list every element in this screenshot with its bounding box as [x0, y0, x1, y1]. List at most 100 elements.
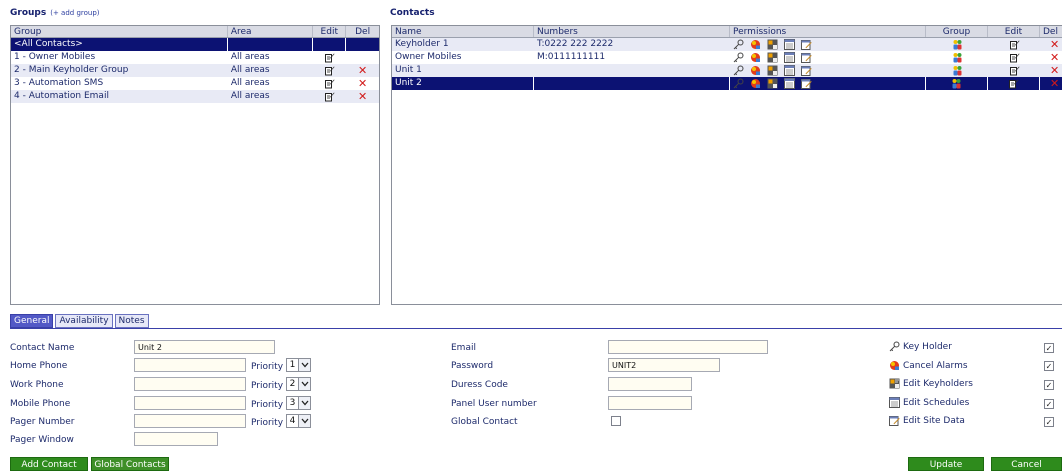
cancel-button[interactable]: Cancel	[991, 457, 1062, 471]
edit-keyholders-icon	[767, 39, 778, 50]
mobile-priority-select[interactable]: 3	[286, 396, 311, 410]
col-permissions: Permissions	[730, 26, 926, 37]
global-contact-label: Global Contact	[451, 417, 518, 427]
delete-icon[interactable]: ✕	[1050, 78, 1059, 89]
priority-label: Priority	[251, 362, 284, 372]
pager-window-field[interactable]	[134, 432, 218, 446]
contact-name: Owner Mobiles	[395, 52, 462, 62]
edit-icon[interactable]	[324, 91, 335, 102]
group-icon[interactable]	[951, 78, 962, 89]
update-button[interactable]: Update	[908, 457, 984, 471]
edit-schedules-icon	[784, 65, 795, 76]
add-group-link[interactable]: (+ add group)	[50, 9, 99, 17]
group-name: 4 - Automation Email	[14, 91, 109, 101]
contacts-table-header: Name Numbers Permissions Group Edit Del	[392, 26, 1062, 38]
group-area: All areas	[230, 91, 270, 101]
edit-schedules-icon	[784, 78, 795, 89]
edit-schedules-checkbox[interactable]: ✓	[1044, 399, 1054, 409]
work-phone-field[interactable]	[134, 377, 246, 391]
contact-name-label: Contact Name	[10, 343, 75, 353]
edit-site-data-row: Edit Site Data	[889, 415, 965, 426]
delete-icon[interactable]: ✕	[1050, 39, 1059, 50]
col-numbers[interactable]: Numbers	[534, 26, 730, 37]
group-row[interactable]: 4 - Automation Email All areas ✕	[11, 90, 379, 103]
contact-numbers: T:0222 222 2222	[537, 39, 614, 49]
delete-icon[interactable]: ✕	[1050, 65, 1059, 76]
mobile-phone-field[interactable]	[134, 396, 246, 410]
group-icon[interactable]	[952, 39, 963, 50]
edit-site-data-checkbox[interactable]: ✓	[1044, 417, 1054, 427]
edit-keyholders-label: Edit Keyholders	[903, 378, 973, 389]
col-area[interactable]: Area	[228, 26, 314, 37]
priority-label: Priority	[251, 418, 284, 428]
add-contact-button[interactable]: Add Contact	[10, 457, 88, 471]
key-holder-label: Key Holder	[903, 341, 952, 352]
edit-icon[interactable]	[1009, 65, 1020, 76]
edit-icon[interactable]	[1009, 52, 1020, 63]
group-row[interactable]: <All Contacts>	[11, 38, 379, 51]
cancel-alarms-checkbox[interactable]: ✓	[1044, 361, 1054, 371]
key-holder-checkbox[interactable]: ✓	[1044, 343, 1054, 353]
global-contact-checkbox[interactable]	[611, 416, 621, 426]
tab-availability[interactable]: Availability	[55, 314, 113, 328]
edit-icon[interactable]	[1008, 78, 1019, 89]
edit-icon[interactable]	[324, 65, 335, 76]
groups-title: Groups	[10, 8, 47, 18]
group-icon[interactable]	[952, 65, 963, 76]
contact-permissions	[730, 64, 926, 77]
contacts-table: Name Numbers Permissions Group Edit Del …	[391, 25, 1062, 305]
edit-keyholders-checkbox[interactable]: ✓	[1044, 380, 1054, 390]
contact-row[interactable]: Keyholder 1 T:0222 222 2222 ✕	[392, 38, 1062, 51]
chevron-down-icon	[301, 381, 308, 387]
priority-value: 4	[289, 416, 296, 426]
edit-keyholders-icon	[767, 78, 778, 89]
priority-value: 1	[289, 360, 296, 370]
contact-name: Keyholder 1	[395, 39, 449, 49]
chevron-down-icon	[301, 362, 308, 368]
delete-icon[interactable]: ✕	[1050, 52, 1059, 63]
password-field[interactable]	[608, 358, 720, 372]
edit-icon[interactable]	[1009, 39, 1020, 50]
group-row[interactable]: 1 - Owner Mobiles All areas	[11, 51, 379, 64]
col-name[interactable]: Name	[392, 26, 534, 37]
cancel-alarm-icon	[750, 78, 761, 89]
edit-site-data-icon	[801, 39, 812, 50]
pager-number-field[interactable]	[134, 414, 246, 428]
edit-icon[interactable]	[324, 52, 335, 63]
priority-label: Priority	[251, 381, 284, 391]
group-area: All areas	[230, 78, 270, 88]
cancel-alarms-label: Cancel Alarms	[903, 360, 968, 371]
global-contacts-button[interactable]: Global Contacts	[91, 457, 169, 471]
contacts-title: Contacts	[390, 8, 435, 18]
edit-site-data-icon	[889, 415, 900, 426]
contact-row[interactable]: Unit 1 ✕	[392, 64, 1062, 77]
chevron-down-icon	[301, 418, 308, 424]
contact-name-field[interactable]	[134, 340, 275, 354]
contact-row[interactable]: Owner Mobiles M:0111111111 ✕	[392, 51, 1062, 64]
panel-user-field[interactable]	[608, 396, 692, 410]
edit-icon[interactable]	[324, 78, 335, 89]
delete-icon[interactable]: ✕	[358, 78, 367, 89]
chevron-down-icon	[301, 400, 308, 406]
duress-code-field[interactable]	[608, 377, 692, 391]
tab-notes[interactable]: Notes	[114, 314, 149, 328]
work-priority-select[interactable]: 2	[286, 377, 311, 391]
groups-table-header: Group Area Edit Del	[11, 26, 379, 38]
group-row[interactable]: 3 - Automation SMS All areas ✕	[11, 77, 379, 90]
home-priority-select[interactable]: 1	[286, 358, 311, 372]
contact-row[interactable]: Unit 2 ✕	[392, 77, 1062, 90]
edit-schedules-icon	[889, 397, 900, 408]
pager-priority-select[interactable]: 4	[286, 414, 311, 428]
edit-keyholders-icon	[767, 65, 778, 76]
delete-icon[interactable]: ✕	[358, 65, 367, 76]
group-row[interactable]: 2 - Main Keyholder Group All areas ✕	[11, 64, 379, 77]
home-phone-field[interactable]	[134, 358, 246, 372]
cancel-alarm-icon	[750, 52, 761, 63]
tab-general[interactable]: General	[10, 314, 54, 328]
key-icon	[889, 341, 900, 352]
delete-icon[interactable]: ✕	[358, 91, 367, 102]
email-field[interactable]	[608, 340, 768, 354]
group-icon[interactable]	[952, 52, 963, 63]
col-group[interactable]: Group	[11, 26, 228, 37]
cancel-alarms-row: Cancel Alarms	[889, 360, 968, 371]
